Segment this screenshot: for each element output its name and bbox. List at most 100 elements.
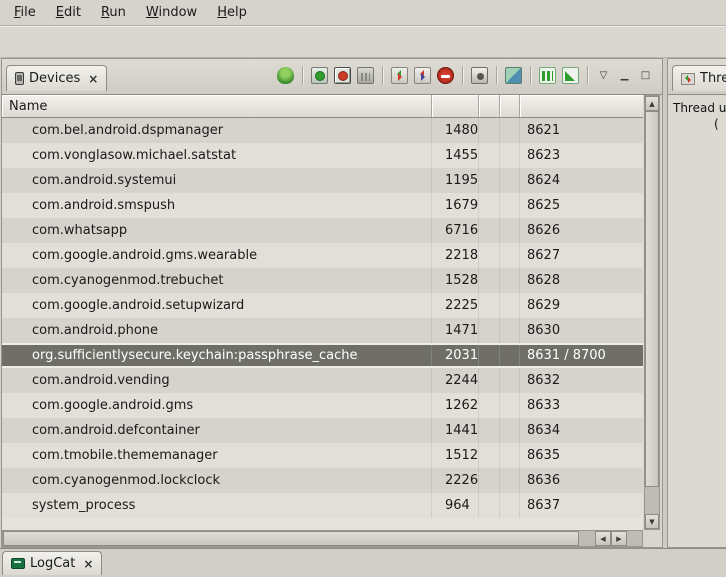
vertical-scroll-thumb[interactable] — [645, 111, 659, 487]
stop-process-icon[interactable] — [437, 67, 454, 84]
table-row[interactable]: com.android.systemui11958624 — [2, 168, 643, 193]
dump-hprof-icon[interactable] — [334, 67, 351, 84]
scroll-left-icon[interactable]: ◀ — [595, 531, 611, 546]
devices-toolbar: ▽ ▁ □ — [274, 66, 656, 84]
table-row[interactable]: com.whatsapp67168626 — [2, 218, 643, 243]
horizontal-scrollbar[interactable]: ◀ ▶ — [2, 530, 643, 547]
vertical-scrollbar[interactable]: ▲ ▼ — [644, 95, 660, 530]
menu-file[interactable]: File — [4, 2, 46, 23]
cell-pid: 1512 — [432, 443, 479, 468]
debug-process-icon[interactable] — [277, 67, 294, 84]
cell-m1 — [479, 418, 500, 443]
menu-help[interactable]: Help — [207, 2, 257, 23]
cell-m1 — [479, 168, 500, 193]
close-icon[interactable]: × — [83, 557, 93, 571]
toolbar-separator — [496, 66, 497, 84]
cell-pid: 1480 — [432, 118, 479, 143]
cell-pid: 14553 — [432, 143, 479, 168]
maximize-icon[interactable]: □ — [638, 67, 653, 84]
cell-name: com.android.vending — [2, 368, 432, 393]
table-row[interactable]: com.cyanogenmod.lockclock222658636 — [2, 468, 643, 493]
column-header-pid[interactable] — [432, 95, 479, 117]
cell-m1 — [479, 318, 500, 343]
cell-m1 — [479, 468, 500, 493]
column-header-name[interactable]: Name — [2, 95, 432, 117]
toolbar-separator — [302, 66, 303, 84]
cell-pid: 1528 — [432, 268, 479, 293]
column-header-mini1[interactable] — [479, 95, 500, 117]
cell-name: com.android.phone — [2, 318, 432, 343]
menu-window[interactable]: Window — [136, 2, 207, 23]
start-method-profiling-icon[interactable] — [414, 67, 431, 84]
cell-m2 — [500, 243, 520, 268]
table-row[interactable]: com.google.android.gms.wearable221858627 — [2, 243, 643, 268]
table-row[interactable]: com.google.android.setupwizard222508629 — [2, 293, 643, 318]
cell-name: com.google.android.gms.wearable — [2, 243, 432, 268]
column-header-mini2[interactable] — [500, 95, 520, 117]
cell-m2 — [500, 168, 520, 193]
minimize-icon[interactable]: ▁ — [617, 67, 632, 84]
cell-m2 — [500, 368, 520, 393]
tab-logcat[interactable]: LogCat × — [2, 551, 102, 575]
column-header-port[interactable] — [520, 95, 643, 117]
table-row[interactable]: com.tmobile.thememanager15128635 — [2, 443, 643, 468]
table-row[interactable]: system_process9648637 — [2, 493, 643, 518]
cell-m1 — [479, 143, 500, 168]
cell-name: com.cyanogenmod.lockclock — [2, 468, 432, 493]
menu-run[interactable]: Run — [91, 2, 136, 23]
capture-video-icon[interactable] — [505, 67, 522, 84]
device-icon — [15, 72, 24, 85]
table-row[interactable]: com.android.defcontainer144118634 — [2, 418, 643, 443]
cell-m1 — [479, 393, 500, 418]
table-row[interactable]: com.android.vending224408632 — [2, 368, 643, 393]
cell-m1 — [479, 243, 500, 268]
cell-m2 — [500, 393, 520, 418]
update-heap-icon[interactable] — [311, 67, 328, 84]
sysinfo-icon[interactable] — [539, 67, 556, 84]
threads-message-line2: ( — [714, 117, 719, 131]
table-row[interactable]: com.google.android.gms126238633 — [2, 393, 643, 418]
table-row[interactable]: com.android.phone14718630 — [2, 318, 643, 343]
cell-port: 8628 — [520, 268, 643, 293]
cell-m1 — [479, 493, 500, 518]
cell-port: 8629 — [520, 293, 643, 318]
cell-m2 — [500, 468, 520, 493]
table-row[interactable]: org.sufficientlysecure.keychain:passphra… — [2, 343, 643, 368]
cell-pid: 6716 — [432, 218, 479, 243]
horizontal-scroll-thumb[interactable] — [3, 531, 579, 546]
tab-devices[interactable]: Devices × — [6, 65, 107, 91]
scroll-down-icon[interactable]: ▼ — [645, 514, 659, 529]
menu-edit[interactable]: Edit — [46, 2, 91, 23]
threads-icon — [681, 73, 695, 85]
screen-capture-icon[interactable] — [471, 67, 488, 84]
cell-name: system_process — [2, 493, 432, 518]
network-stats-icon[interactable] — [562, 67, 579, 84]
scroll-up-icon[interactable]: ▲ — [645, 96, 659, 111]
tab-threads[interactable]: Threads — [672, 65, 726, 91]
cause-gc-icon[interactable] — [357, 67, 374, 84]
table-row[interactable]: com.android.smspush16798625 — [2, 193, 643, 218]
cell-m1 — [479, 443, 500, 468]
cell-pid: 22185 — [432, 243, 479, 268]
cell-name: com.android.systemui — [2, 168, 432, 193]
cell-pid: 22250 — [432, 293, 479, 318]
cell-m1 — [479, 293, 500, 318]
scroll-right-icon[interactable]: ▶ — [611, 531, 627, 546]
cell-pid: 12623 — [432, 393, 479, 418]
table-row[interactable]: com.bel.android.dspmanager14808621 — [2, 118, 643, 143]
toolbar-separator — [382, 66, 383, 84]
table-row[interactable]: com.vonglasow.michael.satstat145538623 — [2, 143, 643, 168]
cell-port: 8632 — [520, 368, 643, 393]
view-menu-icon[interactable]: ▽ — [596, 67, 611, 84]
cell-m2 — [500, 493, 520, 518]
cell-pid: 1471 — [432, 318, 479, 343]
logcat-icon — [11, 558, 25, 569]
main-area: Devices × ▽ ▁ □ Name com.bel.android.dspma… — [0, 58, 726, 548]
cell-port: 8633 — [520, 393, 643, 418]
threads-message-line1: Thread up — [673, 101, 726, 115]
close-icon[interactable]: × — [88, 72, 98, 86]
update-threads-icon[interactable] — [391, 67, 408, 84]
table-row[interactable]: com.cyanogenmod.trebuchet15288628 — [2, 268, 643, 293]
cell-name: org.sufficientlysecure.keychain:passphra… — [2, 345, 432, 366]
cell-port: 8631 / 8700 — [520, 345, 643, 366]
